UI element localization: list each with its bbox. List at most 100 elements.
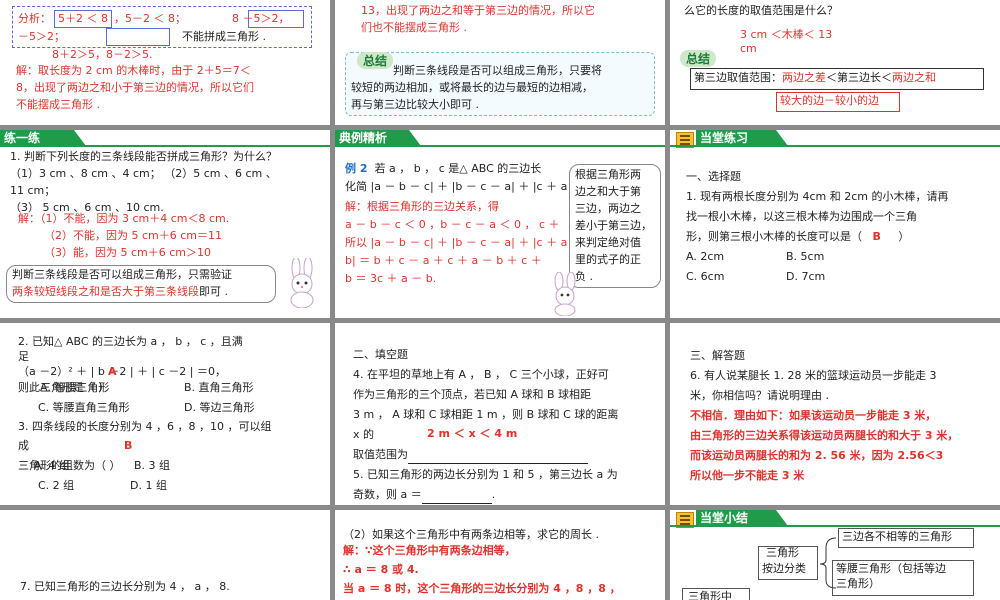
option-d: D. 7cm (786, 270, 826, 283)
section-title: 三、解答题 (690, 349, 745, 362)
analysis-expr-1: 5＋2 ＜ 8 (58, 12, 108, 25)
category-scalene-text: 三边各不相等的三角形 (842, 530, 952, 543)
summary-line-2: 较短的两边相加，或将最长的边与最短的边相减， (351, 81, 593, 94)
question-line-1: 1. 现有两根长度分别为 4cm 和 2cm 的小木棒，请再 (686, 190, 949, 203)
slide-9: 三、解答题 6. 有人说某腿长 1. 28 米的篮球运动员一步能走 3 米，你相… (670, 323, 1000, 505)
solution-line-2: ∴ a ＝ 8 或 4. (343, 563, 419, 576)
tip-line-1: 判断三条线段是否可以组成三角形，只需验证 (12, 268, 232, 281)
text-line-1: 13，出现了两边之和等于第三边的情况，所以它 (361, 4, 595, 17)
slide-10: 7. 已知三角形的三边长分别为 4 ， a ， 8. (0, 510, 330, 600)
option-c-2: C. 2 组 (38, 479, 75, 492)
question-7: 7. 已知三角形的三边长分别为 4 ， a ， 8. (20, 580, 230, 593)
analysis-expr-3: 8 －5＞2， (232, 12, 290, 25)
question-line-2: 找一根小木棒，以这三根木棒为边围成一个三角 (686, 210, 917, 223)
text-line-1: （2）如果这个三角形中有两条边相等，求它的周长 . (343, 528, 599, 541)
question-4-line-2: 作为三角形的三个顶点，若已知 A 球和 B 球相距 (353, 388, 592, 401)
answer-line-3: 而该运动员两腿长的和为 2. 56 米，因为 2.56＜3 (690, 449, 944, 462)
solution-line-3: 不能摆成三角形 . (16, 98, 100, 111)
hint-line-1: 根据三角形两 (575, 168, 641, 181)
option-a: A. 2cm (686, 250, 725, 263)
answer-a: A (108, 365, 117, 378)
difference-text: 较大的边－较小的边 (780, 94, 879, 107)
option-d: D. 等边三角形 (184, 401, 255, 414)
slide-2: 13，出现了两边之和等于第三边的情况，所以它 们也不能摆成三角形 . 总结 判断… (335, 0, 665, 125)
question-4-line-1: 4. 在平坦的草地上有 A ， B ， C 三个小球，正好可 (353, 368, 609, 381)
slide-7: 2. 已知△ ABC 的三边长为 a ， b ， c ，且满 足 （a －2）²… (0, 323, 330, 505)
summary-line-3: 再与第三边比较大小即可 . (351, 98, 479, 111)
hint-line-6: 里的式子的正 (575, 253, 641, 266)
answer-2: （2）不能，因为 5 cm＋6 cm＝11 (44, 229, 223, 242)
question-line-1: 6. 有人说某腿长 1. 28 米的篮球运动员一步能走 3 (690, 369, 937, 382)
question-3: 11 cm； (10, 184, 56, 197)
option-a: A. 等腰三角形 (40, 381, 110, 394)
tip-line-2: 两条较短线段之和是否大于第三条线段即可 . (12, 285, 228, 298)
question-1: 1. 判断下列长度的三条线段能否拼成三角形？为什么？ (10, 150, 277, 163)
analysis-label: 分析： (18, 12, 51, 25)
question-3-line-1: 3. 四条线段的长度分别为 4 ，6 ，8 ，10 ，可以组 (18, 420, 272, 433)
question-line-2: 米，你相信吗？请说明理由 . (690, 389, 829, 402)
example-line-2: 化简 |a － b － c| ＋ |b － c － a| ＋ |c ＋ a (345, 180, 568, 193)
slide-3: 么它的长度的取值范围是什么？ 3 cm ＜木棒＜ 13 cm 总结 第三边取值范… (670, 0, 1000, 125)
question-4-line-4: x 的 (353, 428, 375, 441)
question-4-line-5: 取值范围为 (353, 448, 588, 464)
answer-range: 2 m ＜ x ＜ 4 m (427, 427, 518, 440)
header-line (0, 145, 330, 147)
analysis-expr-7: 8＋2＞5，8－2＞5. (52, 48, 153, 61)
option-c: C. 6cm (686, 270, 725, 283)
section-title: 二、填空题 (353, 348, 408, 361)
summary-line-1: 判断三条线段是否可以组成三角形，只要将 (393, 64, 602, 77)
example-line-1: 例 2 若 a ， b ， c 是△ ABC 的三边长 (345, 162, 542, 175)
hint-line-4: 差小于第三边， (575, 219, 652, 232)
range-line: 第三边取值范围：两边之差＜第三边长＜两边之和 (694, 71, 936, 84)
question-5-line-1: 5. 已知三角形的两边长分别为 1 和 5 ，第三边长 a 为 (353, 468, 618, 481)
slide-6: 当堂练习 一、选择题 1. 现有两根长度分别为 4cm 和 2cm 的小木棒，请… (670, 130, 1000, 318)
analysis-expr-2: ，5－2 ＜ 8； (114, 12, 186, 25)
solution-line-4: b| ＝ b ＋ c － a ＋ c ＋ a － b ＋ c ＋ (345, 254, 542, 267)
summary-tag: 总结 (357, 52, 394, 69)
question-2-line-2: 足 (18, 350, 29, 363)
blank-box-3 (106, 28, 170, 46)
question-line-3: 形，则第三根小木棒的长度可以是（ B ） (686, 230, 910, 243)
text-line-2: 们也不能摆成三角形 . (361, 21, 467, 34)
category-isosceles-line-1: 等腰三角形（包括等边 (836, 562, 946, 575)
header-line (335, 145, 665, 147)
question-3-line-2: 成 (18, 439, 29, 452)
relation-node-text: 三角形中 (688, 590, 732, 600)
section-header: 练一练 (0, 130, 86, 146)
analysis-expr-5: －5＞2； (18, 30, 65, 43)
slide-4: 练一练 1. 判断下列长度的三条线段能否拼成三角形？为什么？ （1）3 cm 、… (0, 130, 330, 318)
question-5-line-2: 奇数，则 a ＝ . (353, 488, 495, 504)
solution-line-3: 所以 |a － b － c| ＋ |b － c － a| ＋ |c ＋ a (345, 236, 568, 249)
hint-line-5: 来判定绝对值 (575, 236, 641, 249)
option-b-2: B. 3 组 (134, 459, 171, 472)
answer-1: 解：（1）不能，因为 3 cm＋4 cm＜8 cm. (18, 212, 230, 225)
solution-line-2: 8，出现了两边之和小于第三边的情况，所以它们 (16, 81, 254, 94)
option-b: B. 直角三角形 (184, 381, 254, 394)
header-line (670, 145, 1000, 147)
section-header: 当堂小结 (696, 510, 788, 526)
option-b: B. 5cm (786, 250, 825, 263)
question-2-line-1: 2. 已知△ ABC 的三边长为 a ， b ， c ，且满 (18, 335, 243, 348)
option-d-2: D. 1 组 (130, 479, 167, 492)
solution-line-5: b ＝ 3c ＋ a － b. (345, 272, 437, 285)
category-isosceles-line-2: 三角形） (836, 577, 880, 590)
option-c: C. 等腰直角三角形 (38, 401, 130, 414)
answer-line-4: 所以他一步不能走 3 米 (690, 469, 805, 482)
slide-12: 当堂小结 三角形 按边分类 三边各不相等的三角形 等腰三角形（包括等边 三角形）… (670, 510, 1000, 600)
hint-line-2: 边之和大于第 (575, 185, 641, 198)
rabbit-icon (554, 272, 576, 316)
solution-line-2: a － b － c ＜ 0 ，b － c － a ＜ 0 ， c ＋ (345, 218, 560, 231)
slide-5: 典例精析 例 2 若 a ， b ， c 是△ ABC 的三边长 化简 |a －… (335, 130, 665, 318)
slide-11: （2）如果这个三角形中有两条边相等，求它的周长 . 解：∵这个三角形中有两条边相… (335, 510, 665, 600)
section-header: 当堂练习 (696, 130, 788, 146)
solution-line-3: 当 a ＝ 8 时，这个三角形的三边长分别为 4 ，8 ，8 ， (343, 582, 621, 595)
option-a-2: A. 4 组 (34, 459, 70, 472)
header-line (670, 525, 1000, 527)
summary-tag: 总结 (680, 50, 717, 67)
answer-line-1: 不相信．理由如下：如果该运动员一步能走 3 米， (690, 409, 937, 422)
answer-b: B (124, 439, 133, 452)
answer-line-2: cm (740, 42, 757, 55)
analysis-conclusion: 不能拼成三角形 . (182, 30, 266, 43)
answer-line-2: 由三角形的三边关系得该运动员两腿长的和大于 3 米， (690, 429, 959, 442)
hint-line-3: 三边，两边之 (575, 202, 641, 215)
